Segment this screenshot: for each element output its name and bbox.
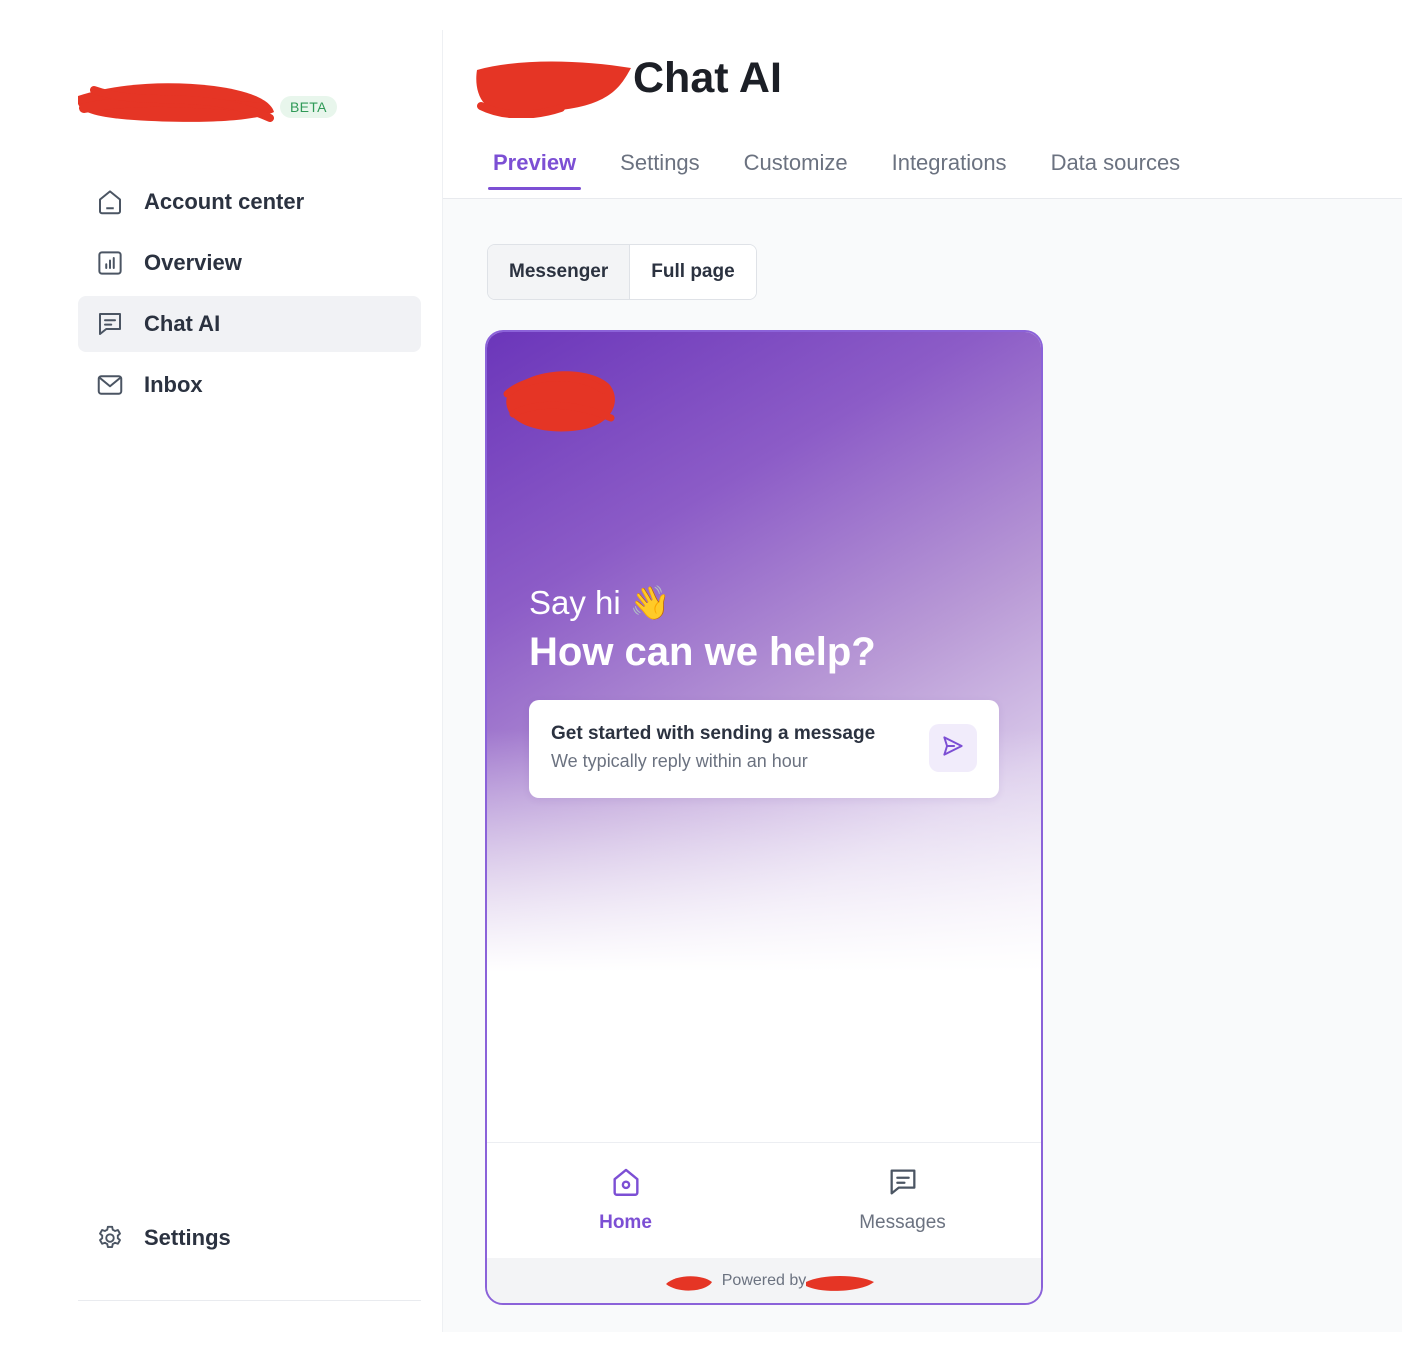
start-conversation-card[interactable]: Get started with sending a message We ty…	[529, 700, 999, 798]
tab-data-sources[interactable]: Data sources	[1046, 150, 1186, 188]
messenger-widget-preview: Say hi 👋 How can we help? Get started wi…	[485, 330, 1043, 1305]
send-button[interactable]	[929, 724, 977, 772]
gear-icon	[94, 1222, 126, 1254]
sidebar-bottom: Settings	[78, 1210, 421, 1271]
widget-nav-home[interactable]: Home	[487, 1143, 764, 1259]
chart-icon	[94, 247, 126, 279]
sidebar-item-account-center[interactable]: Account center	[78, 174, 421, 230]
full-page-mode-button[interactable]: Full page	[629, 245, 756, 299]
message-icon	[886, 1165, 920, 1204]
widget-nav-messages[interactable]: Messages	[764, 1143, 1041, 1259]
home-icon	[609, 1165, 643, 1204]
widget-bottom-nav: Home Messages	[487, 1142, 1041, 1259]
brand: BETA	[74, 78, 337, 130]
sidebar-nav: Account center Overview Chat AI Inbox	[78, 174, 421, 418]
sidebar-item-settings[interactable]: Settings	[78, 1210, 421, 1266]
redacted-widget-logo	[503, 371, 615, 432]
sidebar-item-label: Overview	[144, 250, 242, 275]
redacted-mark	[665, 1276, 712, 1291]
page-header: Chat AI Preview Settings Customize Integ…	[443, 30, 1402, 199]
sidebar-item-label: Settings	[144, 1225, 231, 1250]
sidebar-item-chat-ai[interactable]: Chat AI	[78, 296, 421, 352]
redacted-brand-name	[806, 1276, 875, 1291]
sidebar-item-label: Account center	[144, 189, 305, 214]
widget-nav-label: Messages	[859, 1212, 946, 1233]
page-title: Chat AI	[633, 54, 782, 102]
powered-by-text: Powered by	[721, 1272, 807, 1289]
widget-hero: Say hi 👋 How can we help? Get started wi…	[487, 332, 1041, 972]
mail-icon	[94, 369, 126, 401]
redacted-logo	[78, 83, 274, 122]
tab-settings[interactable]: Settings	[615, 150, 705, 188]
widget-nav-label: Home	[599, 1212, 652, 1233]
sidebar: BETA Account center Overview Chat AI Inb…	[0, 30, 443, 1332]
redacted-title-prefix	[476, 61, 631, 118]
card-title: Get started with sending a message	[551, 723, 876, 744]
tab-integrations[interactable]: Integrations	[887, 150, 1012, 188]
tab-bar: Preview Settings Customize Integrations …	[488, 150, 1219, 190]
main-panel: Chat AI Preview Settings Customize Integ…	[443, 30, 1402, 1332]
messenger-mode-button[interactable]: Messenger	[488, 245, 630, 299]
sidebar-item-label: Inbox	[144, 372, 203, 397]
card-subtitle: We typically reply within an hour	[551, 751, 808, 771]
powered-by-footer: Powered by	[487, 1258, 1041, 1303]
send-icon	[940, 733, 966, 764]
tab-customize[interactable]: Customize	[739, 150, 853, 188]
sidebar-item-label: Chat AI	[144, 311, 221, 336]
divider	[78, 1300, 421, 1301]
chat-icon	[94, 308, 126, 340]
tab-preview[interactable]: Preview	[488, 150, 582, 190]
widget-headline: How can we help?	[529, 630, 876, 674]
home-icon	[94, 186, 126, 218]
preview-mode-toggle: Messenger Full page	[487, 244, 757, 300]
sidebar-item-inbox[interactable]: Inbox	[78, 357, 421, 413]
widget-greeting: Say hi 👋	[529, 584, 671, 621]
beta-badge: BETA	[280, 96, 337, 118]
sidebar-item-overview[interactable]: Overview	[78, 235, 421, 291]
